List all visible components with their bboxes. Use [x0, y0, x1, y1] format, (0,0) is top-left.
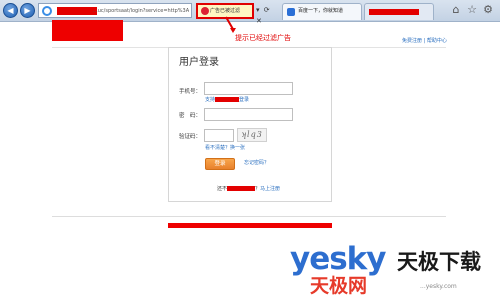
phone-hint-prefix: 支持 [205, 97, 216, 103]
tab-redacted[interactable] [364, 3, 434, 20]
shield-icon [201, 7, 209, 15]
forgot-password-link[interactable]: 忘记密码？ [244, 160, 269, 167]
ie-icon [42, 6, 52, 16]
adblock-label: 广告已被过滤 [210, 8, 241, 14]
login-button[interactable]: 登录 [205, 158, 235, 170]
redacted-footer [168, 223, 332, 228]
captcha-image[interactable]: ʞlq3 [237, 128, 267, 142]
address-url: ...uc/sportsaat/login?service=http%3A%2F… [93, 8, 189, 14]
gear-icon[interactable]: ⚙ [482, 4, 494, 16]
refresh-captcha-link[interactable]: 看不清楚？换一张 [205, 145, 245, 152]
baidu-favicon-icon [287, 8, 295, 16]
register-link[interactable]: 马上注册 [260, 186, 280, 192]
captcha-label: 验证码： [179, 134, 202, 140]
address-tools[interactable]: ▾ ⟳ ✕ [256, 5, 280, 25]
redacted-hint [215, 97, 240, 102]
watermark-sub: 天极网 [310, 275, 368, 297]
phone-input[interactable] [204, 82, 293, 95]
footer-divider [52, 216, 446, 217]
phone-hint-suffix: 登录 [239, 97, 250, 103]
watermark-brand: 天极下载 [397, 250, 481, 274]
redacted-tab-title [369, 9, 419, 15]
forward-button[interactable]: ▶ [20, 3, 35, 18]
header-links[interactable]: 免费注册 | 帮助中心 [402, 38, 447, 45]
watermark-url: ...yesky.com [420, 283, 457, 290]
home-icon[interactable]: ⌂ [450, 4, 462, 16]
annotation-text: 提示已经过滤广告 [235, 34, 291, 42]
redacted-site-logo [52, 20, 123, 41]
tab-title: 百度一下，你就知道 [298, 8, 344, 14]
favorites-star-icon[interactable]: ☆ [466, 4, 478, 16]
phone-hint: 支持 登录 [205, 97, 249, 104]
back-button[interactable]: ◀ [3, 3, 18, 18]
screenshot-root: ◀ ▶ ...uc/sportsaat/login?service=http%3… [0, 0, 500, 307]
redacted-register-text [227, 186, 256, 191]
login-panel: 用户登录 手机号： 支持 登录 密 码： 验证码： ʞlq3 看不清楚？换一张 登… [168, 47, 332, 202]
register-prefix: 还不 [217, 186, 228, 192]
annotation-arrow-head [230, 28, 236, 33]
register-line: 还不 ？马上注册 [217, 186, 280, 193]
address-bar[interactable]: ...uc/sportsaat/login?service=http%3A%2F… [38, 3, 192, 18]
login-title: 用户登录 [179, 57, 219, 68]
phone-label: 手机号： [179, 89, 202, 95]
password-input[interactable] [204, 108, 293, 121]
watermark-logo: yesky [290, 241, 387, 277]
password-label: 密 码： [179, 113, 202, 119]
browser-toolbar: ◀ ▶ ...uc/sportsaat/login?service=http%3… [0, 0, 500, 25]
captcha-input[interactable] [204, 129, 234, 142]
tab-baidu[interactable]: 百度一下，你就知道 [282, 3, 362, 20]
